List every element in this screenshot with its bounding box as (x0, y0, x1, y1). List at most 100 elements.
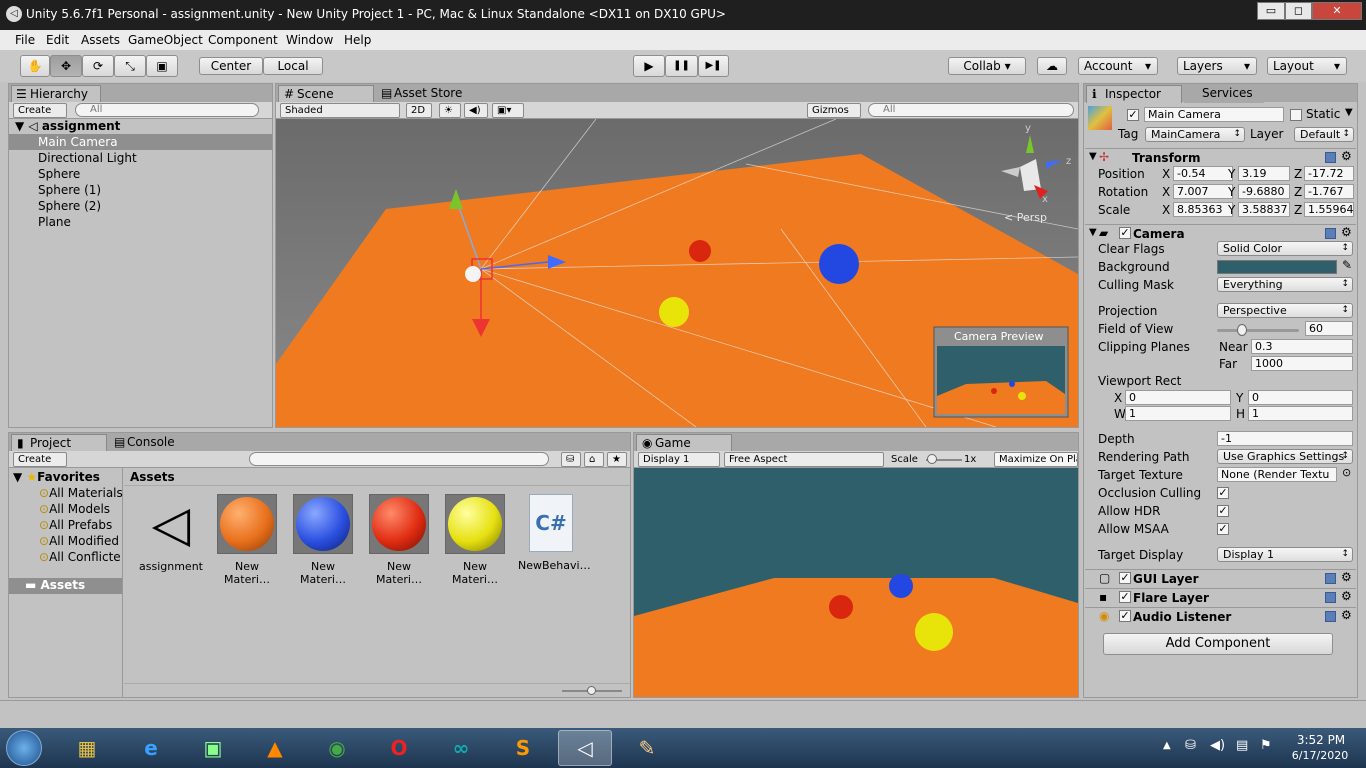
move-tool-icon[interactable]: ✥ (50, 55, 82, 77)
asset-material-red[interactable]: New Materi… (366, 494, 432, 586)
tray-device-icon[interactable]: ⛁ (1185, 738, 1196, 753)
gear-icon[interactable]: ⚙ (1341, 225, 1352, 239)
menu-file[interactable]: File (15, 33, 35, 47)
audio-listener-checkbox[interactable]: ✓ (1119, 610, 1131, 622)
camera-enabled-checkbox[interactable]: ✓ (1119, 227, 1131, 239)
scale-x-field[interactable]: 8.85363 (1173, 202, 1233, 217)
target-display-dropdown[interactable]: Display 1 (1217, 547, 1353, 562)
scene-viewport[interactable]: y z x < Persp Camera Preview (276, 119, 1078, 427)
gear-icon[interactable]: ⚙ (1341, 589, 1352, 603)
static-dropdown-icon[interactable]: ▼ (1345, 107, 1353, 118)
hierarchy-item-sphere-1[interactable]: Sphere (1) (38, 183, 101, 197)
gui-layer-header[interactable]: ▢ ✓ GUI Layer ⚙ (1085, 569, 1356, 587)
culling-mask-dropdown[interactable]: Everything (1217, 277, 1353, 292)
tab-console[interactable]: ▤ Console (109, 434, 189, 452)
allow-hdr-checkbox[interactable]: ✓ (1217, 505, 1229, 517)
tab-asset-store[interactable]: ▤ Asset Store (376, 85, 476, 103)
help-book-icon[interactable] (1325, 152, 1336, 163)
hierarchy-item-sphere-2[interactable]: Sphere (2) (38, 199, 101, 213)
minimize-button[interactable]: ▭ (1257, 2, 1285, 20)
camera-header[interactable]: ▼ ▰ ✓ Camera ⚙ (1085, 224, 1356, 242)
scale-y-field[interactable]: 3.58837 (1238, 202, 1290, 217)
tag-dropdown[interactable]: MainCamera (1145, 127, 1245, 142)
scale-slider-thumb[interactable] (927, 454, 937, 464)
fov-slider-thumb[interactable] (1236, 324, 1247, 336)
fov-field[interactable]: 60 (1305, 321, 1353, 336)
clear-flags-dropdown[interactable]: Solid Color (1217, 241, 1353, 256)
opera-icon[interactable]: O (372, 730, 426, 766)
lighting-toggle-icon[interactable]: ☀ (439, 103, 461, 118)
audio-listener-header[interactable]: ◉ ✓ Audio Listener ⚙ (1085, 607, 1356, 625)
rotation-y-field[interactable]: -9.6880 (1238, 184, 1290, 199)
favorites-row[interactable]: ▼ ★Favorites (13, 470, 100, 484)
persp-label[interactable]: < Persp (1004, 211, 1047, 224)
depth-field[interactable]: -1 (1217, 431, 1353, 446)
fav-all-prefabs[interactable]: ⊙All Prefabs (39, 518, 112, 532)
asset-material-blue[interactable]: New Materi… (290, 494, 356, 586)
occlusion-culling-checkbox[interactable]: ✓ (1217, 487, 1229, 499)
asset-material-yellow[interactable]: New Materi… (442, 494, 508, 586)
filter-label-icon[interactable]: ⌂ (584, 452, 604, 467)
near-field[interactable]: 0.3 (1251, 339, 1353, 354)
transform-header[interactable]: ▼ ✢ Transform ⚙ (1085, 148, 1356, 166)
tab-hierarchy[interactable]: ☰ Hierarchy (11, 85, 101, 103)
aspect-dropdown[interactable]: Free Aspect (724, 452, 884, 467)
play-button[interactable]: ▶ (633, 55, 665, 77)
menu-help[interactable]: Help (344, 33, 371, 47)
background-color-swatch[interactable] (1217, 260, 1337, 274)
explorer-icon[interactable]: ▦ (60, 730, 114, 766)
unity-taskbar-icon[interactable]: ◁ (558, 730, 612, 766)
2d-toggle[interactable]: 2D (406, 103, 432, 118)
display-dropdown[interactable]: Display 1 (638, 452, 720, 467)
arduino-icon[interactable]: ∞ (434, 730, 488, 766)
hierarchy-create-button[interactable]: Create (13, 103, 67, 118)
position-x-field[interactable]: -0.54 (1173, 166, 1233, 181)
fav-all-conflicted[interactable]: ⊙All Conflicte (39, 550, 123, 564)
viewport-h-field[interactable]: 1 (1248, 406, 1353, 421)
gear-icon[interactable]: ⚙ (1341, 149, 1352, 163)
maximize-on-play-toggle[interactable]: Maximize On Pla (994, 452, 1078, 467)
menu-assets[interactable]: Assets (81, 33, 120, 47)
flare-layer-checkbox[interactable]: ✓ (1119, 591, 1131, 603)
position-y-field[interactable]: 3.19 (1238, 166, 1290, 181)
filter-type-icon[interactable]: ⛁ (561, 452, 581, 467)
menu-edit[interactable]: Edit (46, 33, 69, 47)
scale-z-field[interactable]: 1.55964 (1304, 202, 1354, 217)
add-component-button[interactable]: Add Component (1103, 633, 1333, 655)
icon-size-slider-thumb[interactable] (587, 686, 596, 695)
tab-inspector[interactable]: ℹ Inspector (1086, 85, 1182, 103)
target-texture-field[interactable]: None (Render Textu (1217, 467, 1337, 482)
tab-game[interactable]: ◉ Game (636, 434, 732, 452)
rotation-x-field[interactable]: 7.007 (1173, 184, 1233, 199)
action-center-icon[interactable]: ⚑ (1260, 738, 1272, 753)
allow-msaa-checkbox[interactable]: ✓ (1217, 523, 1229, 535)
volume-icon[interactable]: ◀) (1210, 738, 1225, 753)
flare-layer-header[interactable]: ▪ ✓ Flare Layer ⚙ (1085, 588, 1356, 606)
vlc-icon[interactable]: ▲ (248, 730, 302, 766)
collab-button[interactable]: Collab ▾ (948, 57, 1026, 75)
pivot-center-button[interactable]: Center (199, 57, 263, 75)
asset-assignment[interactable]: ◁ assignment (138, 494, 204, 573)
layout-dropdown[interactable]: Layout ▾ (1267, 57, 1347, 75)
layer-dropdown[interactable]: Default (1294, 127, 1354, 142)
tab-services[interactable]: Services (1184, 85, 1264, 103)
gear-icon[interactable]: ⚙ (1341, 608, 1352, 622)
rotation-z-field[interactable]: -1.767 (1304, 184, 1354, 199)
object-picker-icon[interactable]: ⊙ (1342, 466, 1351, 479)
effects-dropdown-icon[interactable]: ▣▾ (492, 103, 524, 118)
hand-tool-icon[interactable]: ✋ (20, 55, 50, 77)
shading-dropdown[interactable]: Shaded (280, 103, 400, 118)
paint-icon[interactable]: ✎ (620, 730, 674, 766)
pivot-local-button[interactable]: Local (263, 57, 323, 75)
position-z-field[interactable]: -17.72 (1304, 166, 1354, 181)
gizmos-dropdown[interactable]: Gizmos (807, 103, 861, 118)
projection-dropdown[interactable]: Perspective (1217, 303, 1353, 318)
sublime-icon[interactable]: S (496, 730, 550, 766)
viewport-x-field[interactable]: 0 (1125, 390, 1231, 405)
static-checkbox[interactable] (1290, 109, 1302, 121)
asset-newbehaviour-script[interactable]: C# NewBehavi… (518, 494, 591, 572)
account-dropdown[interactable]: Account ▾ (1078, 57, 1158, 75)
fov-slider[interactable] (1217, 329, 1299, 332)
tab-scene[interactable]: # Scene (278, 85, 374, 103)
menu-gameobject[interactable]: GameObject (128, 33, 203, 47)
